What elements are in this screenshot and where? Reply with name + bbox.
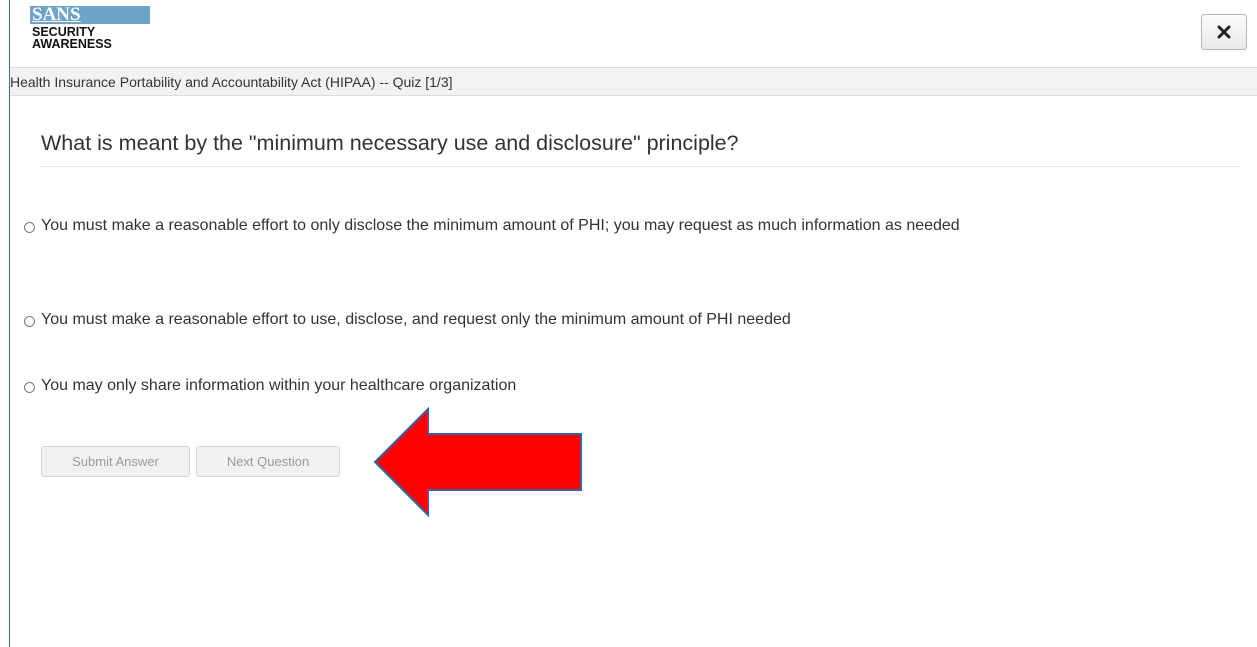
logo-line-awareness: AWARENESS: [32, 37, 112, 51]
next-question-button[interactable]: Next Question: [196, 446, 340, 477]
logo-brand: SANS: [32, 4, 81, 25]
radio-button-2[interactable]: [24, 316, 35, 327]
left-arrow-icon: [373, 406, 582, 518]
submit-answer-button[interactable]: Submit Answer: [41, 446, 190, 477]
course-title-bar: Health Insurance Portability and Account…: [10, 67, 1257, 96]
answer-option-2-label: You must make a reasonable effort to use…: [41, 311, 791, 328]
header: SANS SECURITY AWARENESS: [10, 0, 1257, 66]
answer-option-2[interactable]: You must make a reasonable effort to use…: [24, 311, 1224, 332]
close-x-icon: [1217, 25, 1231, 39]
question-divider: [41, 166, 1239, 167]
close-button[interactable]: [1201, 14, 1247, 50]
answer-option-3-label: You may only share information within yo…: [41, 377, 517, 394]
radio-button-3[interactable]: [24, 382, 35, 393]
radio-button-1[interactable]: [24, 222, 35, 233]
course-title: Health Insurance Portability and Account…: [10, 74, 453, 90]
answer-option-1[interactable]: You must make a reasonable effort to onl…: [24, 217, 1224, 238]
question-text: What is meant by the "minimum necessary …: [41, 131, 739, 155]
sans-logo: SANS SECURITY AWARENESS: [30, 4, 158, 62]
answer-option-1-label: You must make a reasonable effort to onl…: [41, 217, 960, 234]
answer-option-3[interactable]: You may only share information within yo…: [24, 377, 1224, 398]
